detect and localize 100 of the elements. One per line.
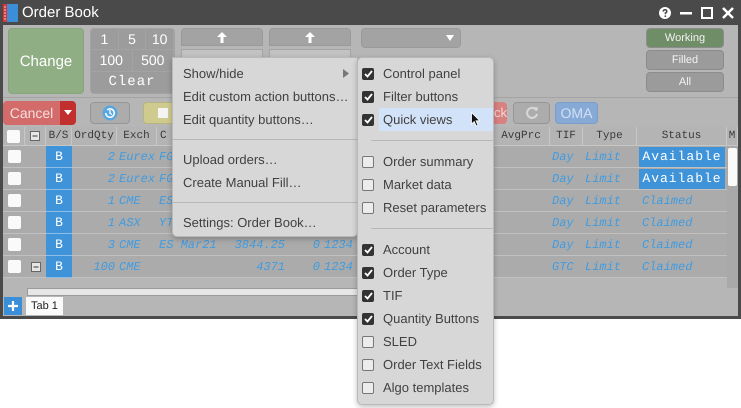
checkbox[interactable] (362, 244, 374, 256)
maximize-icon[interactable] (701, 6, 713, 18)
dropdown-button[interactable] (60, 100, 76, 124)
checkbox[interactable] (8, 216, 20, 229)
menu-item[interactable]: Reset parameters (379, 196, 493, 219)
table-cell: 1234 (324, 238, 353, 252)
checkbox[interactable] (7, 130, 20, 142)
checkbox[interactable] (362, 336, 374, 348)
menu-item[interactable]: Upload orders… (173, 148, 357, 171)
scrollbar[interactable] (727, 146, 738, 288)
menu-item[interactable]: Filter buttons (379, 85, 493, 108)
menu-item[interactable]: Create Manual Fill… (173, 171, 357, 194)
add-tab-button[interactable] (4, 297, 22, 315)
menu-item[interactable]: Edit custom action buttons… (173, 85, 357, 108)
checkbox[interactable] (362, 290, 374, 302)
history-icon (102, 104, 118, 120)
menu-item[interactable]: Edit quantity buttons… (173, 108, 357, 131)
menu-item[interactable]: Settings: Order Book… (173, 211, 357, 234)
menu-item[interactable]: Account (379, 238, 493, 261)
side-cell: B (46, 234, 72, 256)
menu-item[interactable]: Order Type (379, 261, 493, 284)
table-cell: CME (119, 194, 141, 208)
filter-button[interactable]: Working (646, 28, 724, 48)
table-cell: CME (119, 260, 141, 274)
collapse-icon[interactable] (30, 262, 40, 272)
table-cell: Limit (585, 238, 622, 252)
menu-item[interactable]: TIF (379, 284, 493, 307)
quantity-button[interactable]: 10 (146, 29, 174, 50)
caret-icon (64, 110, 72, 115)
checkbox[interactable] (8, 260, 20, 273)
table-cell: CME (119, 238, 141, 252)
table-cell: 3 (108, 238, 115, 252)
menu-item[interactable]: Show/hide (173, 62, 357, 85)
checkbox[interactable] (362, 114, 374, 126)
increment-button[interactable] (181, 28, 263, 46)
menu-item[interactable]: Control panel (379, 62, 493, 85)
table-cell: Eurex (119, 172, 156, 186)
increment-button[interactable] (269, 28, 351, 46)
plus-icon (8, 301, 18, 311)
table-cell: Limit (585, 260, 622, 274)
notebook-icon (3, 4, 18, 22)
table-cell: Day (552, 194, 574, 208)
quantity-button[interactable]: 100 (91, 50, 132, 72)
tab[interactable]: Tab 1 (26, 297, 63, 315)
menu-item[interactable]: Market data (379, 173, 493, 196)
table-cell: ASX (119, 216, 141, 230)
table-cell: 4371 (256, 260, 285, 274)
status-text: Claimed (642, 194, 692, 208)
table-cell: Limit (585, 150, 622, 164)
checkbox[interactable] (362, 178, 374, 190)
checkbox[interactable] (8, 150, 20, 163)
checkbox[interactable] (362, 90, 374, 102)
table-cell: 2 (108, 172, 115, 186)
checkbox[interactable] (362, 156, 374, 168)
up-arrow-icon (305, 32, 315, 42)
status-badge: Available (639, 168, 725, 188)
table-cell: Eurex (119, 150, 156, 164)
scrollbar[interactable] (27, 288, 360, 296)
cursor-icon (471, 112, 481, 127)
menu-item[interactable]: SLED (379, 330, 493, 353)
menu-item[interactable]: Quick views (379, 108, 493, 131)
checkbox[interactable] (362, 312, 374, 324)
menu-item[interactable]: Algo templates (379, 376, 493, 399)
help-icon[interactable] (659, 6, 671, 18)
checkbox[interactable] (362, 358, 374, 370)
history-button[interactable] (90, 102, 130, 124)
table-cell: GTC (552, 260, 574, 274)
menu-item[interactable]: Order summary (379, 150, 493, 173)
table-cell: Limit (585, 172, 622, 186)
side-cell: B (46, 146, 72, 168)
side-cell: B (46, 168, 72, 190)
side-cell: B (46, 256, 72, 278)
table-cell: Day (552, 216, 574, 230)
collapse-icon[interactable] (30, 131, 40, 141)
table-cell: 1234 (324, 260, 353, 274)
table-cell: Day (552, 172, 574, 186)
refresh-icon (524, 106, 538, 120)
quantity-button[interactable]: 1 (91, 29, 119, 50)
table-cell: 0 (312, 260, 320, 274)
square-icon (158, 108, 168, 118)
checkbox[interactable] (362, 202, 374, 214)
close-icon[interactable] (722, 6, 734, 18)
table-cell: ES Mar21 (159, 238, 217, 252)
checkbox[interactable] (8, 172, 20, 185)
table-cell: Day (552, 150, 574, 164)
menu-item[interactable]: Order Text Fields (379, 353, 493, 376)
quantity-button[interactable]: 5 (118, 29, 146, 50)
status-badge: Available (639, 146, 725, 166)
table-cell: 1 (108, 194, 115, 208)
menu-item[interactable]: Quantity Buttons (379, 307, 493, 330)
refresh-button[interactable] (513, 102, 550, 124)
table-cell: 100 (93, 260, 115, 274)
checkbox[interactable] (362, 266, 374, 278)
checkbox[interactable] (8, 194, 20, 207)
checkbox[interactable] (8, 238, 20, 251)
table-cell: 0 (312, 238, 320, 252)
side-cell: B (46, 190, 72, 212)
checkbox[interactable] (362, 68, 374, 80)
window-title: Order Book (22, 4, 99, 21)
checkbox[interactable] (362, 382, 374, 394)
